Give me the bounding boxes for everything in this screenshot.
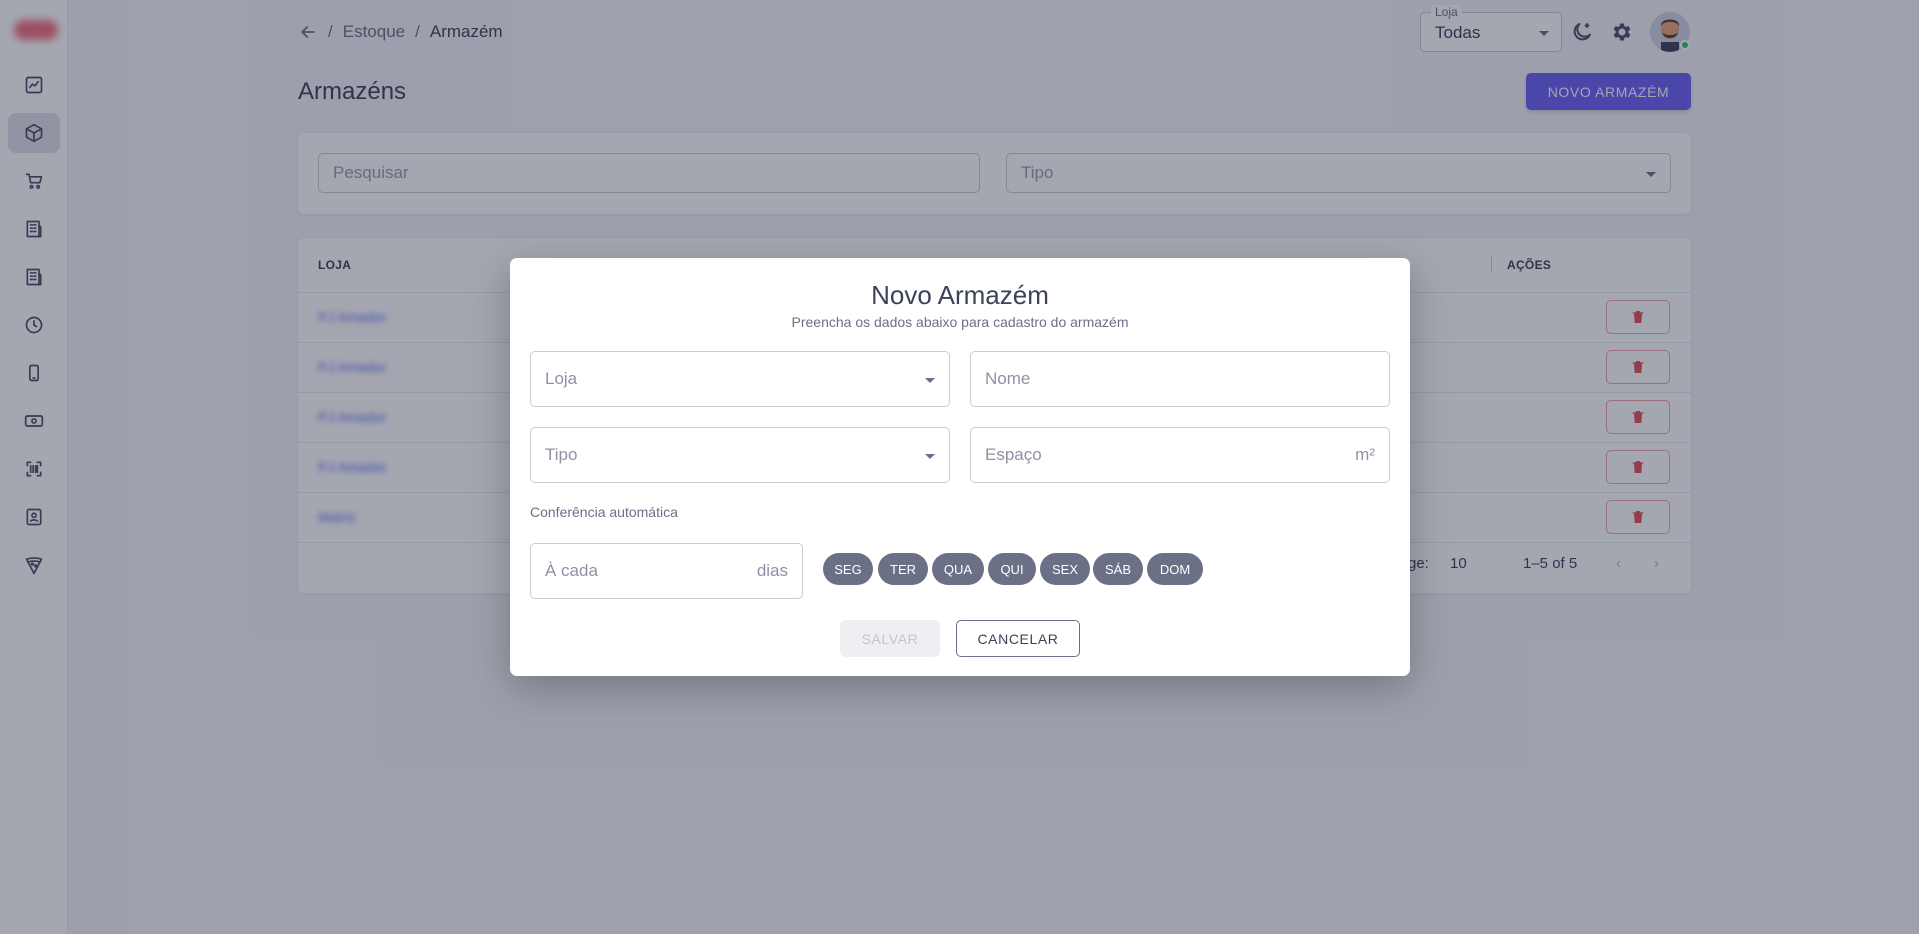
name-input[interactable]: Nome xyxy=(970,351,1390,407)
type-field-placeholder: Tipo xyxy=(545,445,578,464)
day-chip-sat[interactable]: SÁB xyxy=(1093,553,1143,585)
day-chip-wed[interactable]: QUA xyxy=(932,553,984,585)
store-field-placeholder: Loja xyxy=(545,369,578,388)
dialog-subtitle: Preencha os dados abaixo para cadastro d… xyxy=(791,314,1129,330)
day-chip-thu[interactable]: QUI xyxy=(988,553,1036,585)
space-field-placeholder: Espaço xyxy=(985,445,1042,464)
cancel-button[interactable]: CANCELAR xyxy=(956,620,1080,657)
day-chip-sun[interactable]: DOM xyxy=(1147,553,1203,585)
day-chip-tue[interactable]: TER xyxy=(878,553,928,585)
day-chip-fri[interactable]: SEX xyxy=(1040,553,1090,585)
new-warehouse-dialog: Novo Armazém Preencha os dados abaixo pa… xyxy=(510,258,1410,676)
auto-check-label: Conferência automática xyxy=(530,504,678,520)
every-field-placeholder: À cada xyxy=(545,561,598,580)
every-days-input[interactable]: À cada dias xyxy=(530,543,803,599)
space-input[interactable]: Espaço m² xyxy=(970,427,1390,483)
caret-down-icon xyxy=(925,454,935,459)
save-button[interactable]: SALVAR xyxy=(840,620,940,657)
space-unit: m² xyxy=(1355,445,1375,464)
store-select-field[interactable]: Loja xyxy=(530,351,950,407)
dialog-title: Novo Armazém xyxy=(871,280,1049,310)
name-field-placeholder: Nome xyxy=(985,369,1031,388)
caret-down-icon xyxy=(925,378,935,383)
type-select-field[interactable]: Tipo xyxy=(530,427,950,483)
day-chip-mon[interactable]: SEG xyxy=(823,553,873,585)
every-unit: dias xyxy=(756,561,788,580)
